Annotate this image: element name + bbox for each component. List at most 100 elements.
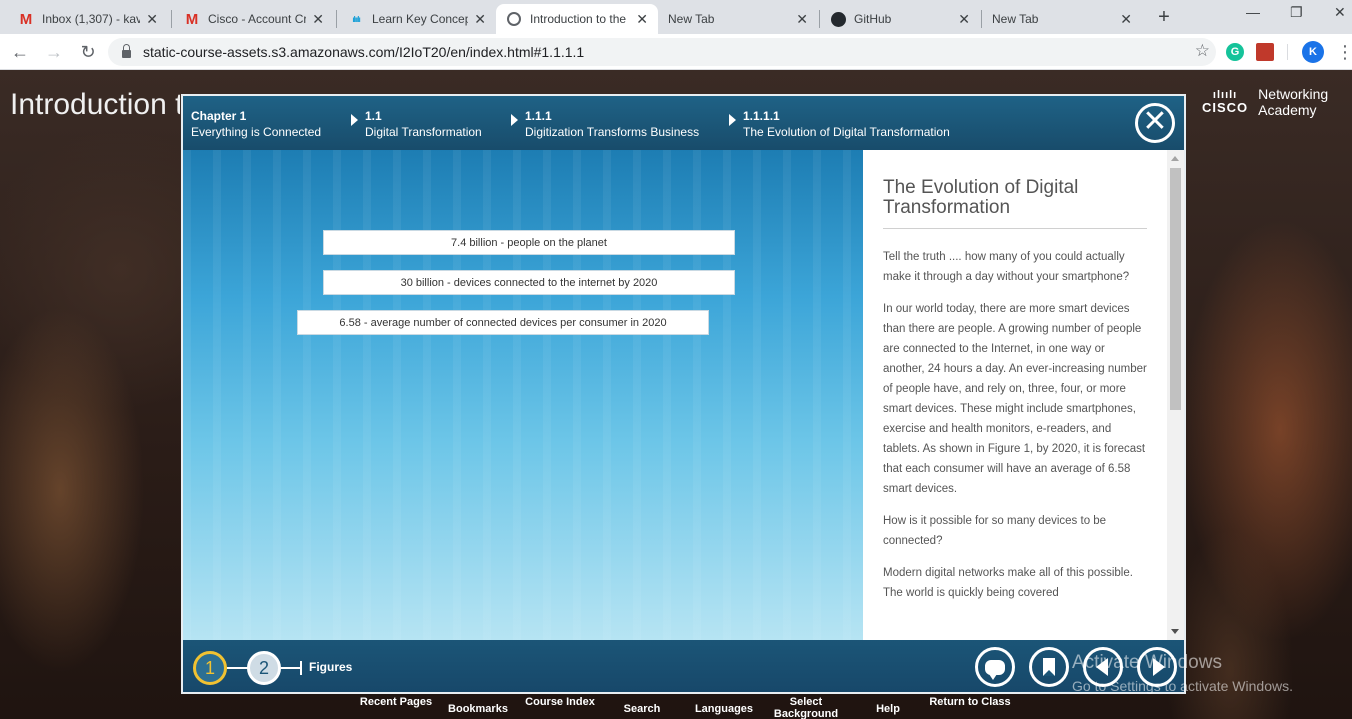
text-scrollbar[interactable] xyxy=(1167,150,1184,640)
paragraph: Tell the truth .... how many of you coul… xyxy=(883,251,1130,283)
tab-title: New Tab xyxy=(668,12,715,26)
breadcrumb-page[interactable]: 1.1.1.1 The Evolution of Digital Transfo… xyxy=(743,108,950,140)
tab-title: GitHub xyxy=(854,12,892,26)
breadcrumb-label: Digital Transformation xyxy=(365,125,482,139)
modal-header: Chapter 1 Everything is Connected 1.1 Di… xyxy=(183,96,1184,150)
browser-tab[interactable]: GitHub ✕ xyxy=(820,4,980,34)
toolbar-divider xyxy=(1287,44,1288,60)
breadcrumb-number: Chapter 1 xyxy=(191,109,247,123)
browser-tab[interactable]: M Cisco - Account Cr ✕ xyxy=(174,4,334,34)
figure-connector-end xyxy=(300,661,302,675)
back-arrow-icon[interactable]: ← xyxy=(8,40,32,64)
profile-avatar[interactable]: K xyxy=(1302,41,1324,63)
close-tab-icon[interactable]: ✕ xyxy=(474,11,486,28)
close-tab-icon[interactable]: ✕ xyxy=(636,11,648,28)
tab-strip: M Inbox (1,307) - kav ✕ M Cisco - Accoun… xyxy=(0,0,1352,34)
pdf-extension-icon[interactable] xyxy=(1256,43,1274,61)
address-bar[interactable]: static-course-assets.s3.amazonaws.com/I2… xyxy=(108,38,1216,66)
nav-bookmarks[interactable]: Bookmarks xyxy=(437,703,519,715)
figure-connector xyxy=(227,667,249,669)
close-tab-icon[interactable]: ✕ xyxy=(796,11,808,28)
breadcrumb-topic[interactable]: 1.1.1 Digitization Transforms Business xyxy=(525,108,699,140)
logo-line-1: Networking xyxy=(1258,86,1329,102)
nav-return-to-class[interactable]: Return to Class xyxy=(929,696,1011,708)
nav-help[interactable]: Help xyxy=(847,703,929,715)
breadcrumb-label: Everything is Connected xyxy=(191,125,322,139)
breadcrumb-arrow-icon xyxy=(351,114,358,126)
breadcrumb-arrow-icon xyxy=(729,114,736,126)
close-tab-icon[interactable]: ✕ xyxy=(312,11,324,28)
browser-menu-icon[interactable]: ⋮ xyxy=(1336,42,1352,63)
figure-2-button[interactable]: 2 xyxy=(247,651,281,685)
close-tab-icon[interactable]: ✕ xyxy=(146,11,158,28)
stat-per-consumer: 6.58 - average number of connected devic… xyxy=(297,310,709,335)
new-tab-button[interactable]: + xyxy=(1152,6,1176,30)
cisco-icon: ılıılı xyxy=(352,14,360,24)
forward-arrow-icon[interactable]: → xyxy=(42,40,66,64)
breadcrumb-label: Digitization Transforms Business xyxy=(525,125,700,139)
nav-recent-pages[interactable]: Recent Pages xyxy=(355,696,437,708)
github-icon xyxy=(830,11,846,27)
activate-windows-watermark: Activate Windows Go to Settings to activ… xyxy=(1072,652,1293,694)
modal-footer: 1 2 Figures xyxy=(183,640,1184,692)
text-panel: The Evolution of Digital Transformation … xyxy=(863,150,1184,640)
paragraph: How is it possible for so many devices t… xyxy=(883,515,1107,547)
figure-1-button[interactable]: 1 xyxy=(193,651,227,685)
nav-course-index[interactable]: Course Index xyxy=(519,696,601,708)
nav-select-background[interactable]: Select Background xyxy=(765,696,847,719)
close-modal-button[interactable]: ✕ xyxy=(1135,103,1175,143)
browser-tab[interactable]: New Tab ✕ xyxy=(658,4,818,34)
breadcrumb-number: 1.1 xyxy=(365,109,382,123)
url-text: static-course-assets.s3.amazonaws.com/I2… xyxy=(143,44,585,60)
tab-title: Cisco - Account Cr xyxy=(208,12,307,26)
browser-tab[interactable]: M Inbox (1,307) - kav ✕ xyxy=(8,4,168,34)
browser-tab-active[interactable]: Introduction to the ✕ xyxy=(496,4,658,34)
breadcrumb-chapter[interactable]: Chapter 1 Everything is Connected xyxy=(191,108,321,140)
bookmark-button[interactable] xyxy=(1029,647,1069,687)
nav-search[interactable]: Search xyxy=(601,703,683,715)
browser-tab[interactable]: ılıılı Learn Key Concept ✕ xyxy=(338,4,496,34)
cisco-logo-icon: ılıılı CISCO xyxy=(1202,88,1249,115)
scroll-down-icon[interactable] xyxy=(1171,629,1179,634)
minimize-icon[interactable]: — xyxy=(1246,4,1260,20)
gmail-icon: M xyxy=(19,10,33,28)
grammarly-icon[interactable]: G xyxy=(1226,43,1244,61)
breadcrumb-section[interactable]: 1.1 Digital Transformation xyxy=(365,108,482,140)
paragraph: In our world today, there are more smart… xyxy=(883,303,1147,495)
breadcrumb-label: The Evolution of Digital Transformation xyxy=(743,125,950,139)
breadcrumb-number: 1.1.1.1 xyxy=(743,109,780,123)
scroll-up-icon[interactable] xyxy=(1171,156,1179,161)
scroll-thumb[interactable] xyxy=(1170,168,1181,410)
tab-separator xyxy=(171,10,172,28)
gmail-icon: M xyxy=(185,10,199,28)
paragraph: Modern digital networks make all of this… xyxy=(883,567,1133,599)
breadcrumb-arrow-icon xyxy=(511,114,518,126)
figure-connector xyxy=(281,667,301,669)
stat-devices: 30 billion - devices connected to the in… xyxy=(323,270,735,295)
tab-title: Inbox (1,307) - kav xyxy=(42,12,141,26)
close-tab-icon[interactable]: ✕ xyxy=(1120,11,1132,28)
star-icon[interactable]: ☆ xyxy=(1195,41,1210,61)
tab-title: New Tab xyxy=(992,12,1039,26)
maximize-icon[interactable]: ❐ xyxy=(1290,4,1303,21)
tab-title: Introduction to the xyxy=(530,12,627,26)
breadcrumb-number: 1.1.1 xyxy=(525,109,552,123)
course-bottom-nav: Recent Pages Bookmarks Course Index Sear… xyxy=(355,694,1011,719)
speech-bubble-icon xyxy=(985,659,1005,680)
close-tab-icon[interactable]: ✕ xyxy=(958,11,970,28)
reload-icon[interactable]: ↻ xyxy=(76,40,100,64)
watermark-title: Activate Windows xyxy=(1072,652,1222,673)
nav-languages[interactable]: Languages xyxy=(683,703,765,715)
browser-tab[interactable]: New Tab ✕ xyxy=(982,4,1142,34)
lock-icon xyxy=(122,44,131,58)
comment-button[interactable] xyxy=(975,647,1015,687)
figures-label: Figures xyxy=(309,660,353,674)
browser-toolbar: ← → ↻ static-course-assets.s3.amazonaws.… xyxy=(0,34,1352,70)
logo-line-2: Academy xyxy=(1258,102,1317,118)
stat-people: 7.4 billion - people on the planet xyxy=(323,230,735,255)
cisco-brand-text: CISCO xyxy=(1202,99,1249,115)
text-content: The Evolution of Digital Transformation … xyxy=(883,178,1147,615)
bookmark-icon xyxy=(1043,658,1055,676)
window-close-icon[interactable]: ✕ xyxy=(1334,4,1346,21)
topic-title: The Evolution of Digital Transformation xyxy=(883,178,1147,229)
